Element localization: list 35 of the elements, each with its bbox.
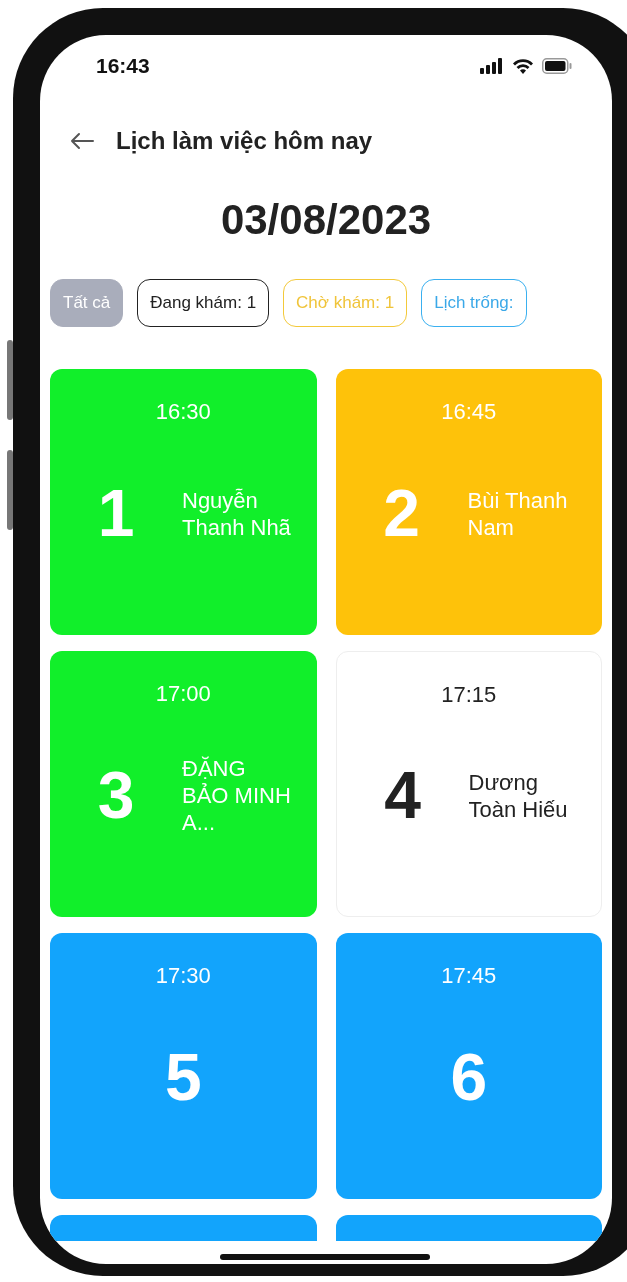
- filter-chip[interactable]: Lịch trống:: [421, 279, 527, 327]
- appointment-card[interactable]: 17:00 3 ĐẶNG BẢO MINH A...: [50, 651, 317, 917]
- battery-icon: [542, 58, 572, 74]
- appointment-card[interactable]: 16:45 2 Bùi Thanh Nam: [335, 369, 602, 635]
- wifi-icon: [512, 58, 534, 74]
- appointment-card[interactable]: 17:15 4 Dương Toàn Hiếu: [335, 651, 602, 917]
- slot-number: 3: [96, 757, 136, 834]
- appointment-card[interactable]: 16:30 1 Nguyễn Thanh Nhã: [50, 369, 317, 635]
- patient-name: ĐẶNG BẢO MINH A...: [182, 755, 292, 836]
- appointment-card[interactable]: 17:45 6: [335, 933, 602, 1199]
- slot-time: 17:30: [155, 962, 211, 990]
- slot-time: 17:00: [155, 680, 211, 708]
- page-title: Lịch làm việc hôm nay: [116, 126, 373, 156]
- slot-time: 17:15: [441, 681, 497, 709]
- slot-time: 17:45: [441, 962, 497, 990]
- filter-chip[interactable]: Đang khám: 1: [137, 279, 270, 327]
- slot-number: 6: [449, 1039, 489, 1116]
- slot-number: 1: [96, 475, 136, 552]
- patient-name: Dương Toàn Hiếu: [468, 768, 569, 823]
- appointment-card[interactable]: [335, 1215, 602, 1241]
- appointment-card[interactable]: 17:30 5: [50, 933, 317, 1199]
- date-heading: 03/08/2023: [220, 199, 432, 241]
- appointment-card[interactable]: [50, 1215, 317, 1241]
- filter-chip[interactable]: Chờ khám: 1: [283, 279, 408, 327]
- patient-name: Bùi Thanh Nam: [467, 486, 569, 541]
- filter-chip[interactable]: Tất cả: [50, 279, 124, 327]
- slot-number: 5: [163, 1039, 203, 1116]
- slot-time: 16:30: [155, 398, 211, 426]
- slot-number: 4: [383, 757, 422, 834]
- signal-icon: [480, 58, 504, 74]
- back-arrow-icon[interactable]: [70, 132, 94, 150]
- slot-time: 16:45: [441, 398, 497, 426]
- patient-name: Nguyễn Thanh Nhã: [182, 486, 292, 541]
- slot-number: 2: [382, 475, 421, 552]
- status-time: 16:43: [96, 53, 150, 80]
